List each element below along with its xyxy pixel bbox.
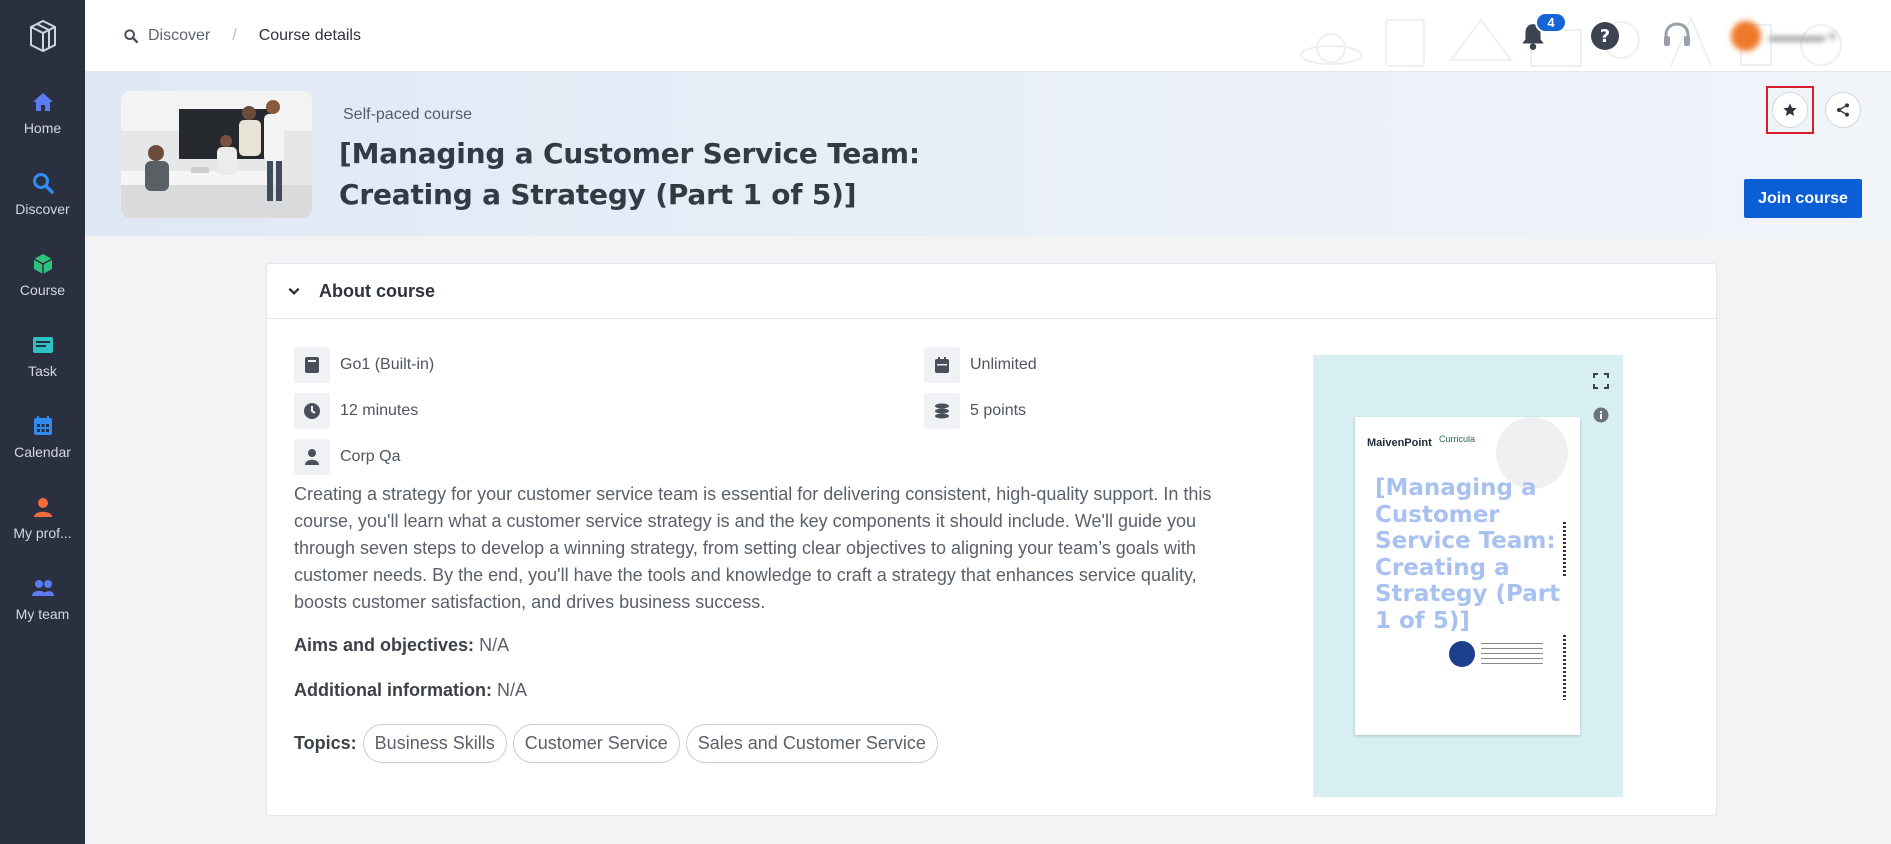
sidebar-item-discover[interactable]: Discover bbox=[0, 153, 85, 234]
about-course-card: About course Go1 (Built-in) 12 minutes C… bbox=[266, 263, 1717, 816]
coins-icon bbox=[924, 393, 960, 429]
aims-value: N/A bbox=[479, 635, 510, 655]
sidebar-item-home[interactable]: Home bbox=[0, 72, 85, 153]
sidebar: Home Discover Course Task Calendar My pr… bbox=[0, 0, 85, 844]
additional-label: Additional information: bbox=[294, 680, 492, 700]
about-course-toggle[interactable]: About course bbox=[267, 264, 1716, 319]
topic-chip[interactable]: Sales and Customer Service bbox=[685, 724, 938, 763]
calendar-icon bbox=[924, 347, 960, 383]
meta-availability: Unlimited bbox=[924, 347, 1037, 383]
expand-icon bbox=[1593, 373, 1609, 389]
task-icon bbox=[32, 336, 53, 353]
share-button[interactable] bbox=[1825, 92, 1861, 128]
sidebar-item-label: My team bbox=[15, 605, 70, 622]
preview-brand-secondary: Curricula bbox=[1439, 434, 1476, 444]
additional-information: Additional information: N/A bbox=[294, 680, 527, 701]
course-thumbnail bbox=[121, 91, 312, 218]
sidebar-item-label: Home bbox=[23, 119, 62, 136]
course-description: Creating a strategy for your customer se… bbox=[294, 484, 1212, 612]
meta-points-value: 5 points bbox=[970, 402, 1027, 419]
meta-duration-value: 12 minutes bbox=[340, 402, 419, 419]
team-icon bbox=[31, 579, 54, 596]
breadcrumb-separator: / bbox=[232, 26, 237, 44]
clock-icon bbox=[294, 393, 330, 429]
user-name-blurred: ▬▬▬▬ ▾ bbox=[1769, 27, 1836, 44]
seal-icon bbox=[1449, 641, 1475, 667]
breadcrumb-discover-label: Discover bbox=[148, 26, 211, 44]
about-course-heading: About course bbox=[319, 280, 436, 301]
preview-brand: MaivenPoint bbox=[1367, 437, 1432, 449]
sidebar-item-task[interactable]: Task bbox=[0, 315, 85, 396]
meta-availability-value: Unlimited bbox=[970, 356, 1037, 373]
breadcrumb-discover[interactable]: Discover bbox=[123, 27, 210, 45]
author-icon bbox=[294, 439, 330, 475]
notifications-button[interactable]: 4 bbox=[1513, 12, 1567, 56]
breadcrumb-current: Course details bbox=[258, 26, 361, 44]
user-icon bbox=[33, 497, 52, 517]
meta-points: 5 points bbox=[924, 393, 1026, 429]
favorite-button[interactable] bbox=[1772, 92, 1808, 128]
preview-vertical-text bbox=[1563, 635, 1566, 700]
svg-text:?: ? bbox=[1600, 26, 1610, 47]
aims-objectives: Aims and objectives: N/A bbox=[294, 635, 509, 656]
cube-icon bbox=[33, 253, 52, 274]
topics: Topics: Business Skills Customer Service… bbox=[294, 724, 938, 763]
star-icon bbox=[1783, 103, 1797, 116]
course-hero: Self-paced course [Managing a Customer S… bbox=[85, 72, 1891, 236]
chevron-down-icon bbox=[288, 287, 300, 295]
sidebar-item-label: My prof... bbox=[13, 524, 72, 541]
topics-label: Topics: bbox=[294, 733, 357, 753]
sidebar-item-label: Discover bbox=[15, 200, 70, 217]
document-preview: MaivenPoint Curricula [Managing a Custom… bbox=[1313, 355, 1623, 797]
user-menu[interactable]: ▬▬▬▬ ▾ bbox=[1731, 14, 1861, 58]
headset-icon bbox=[1664, 22, 1690, 46]
join-course-button[interactable]: Join course bbox=[1744, 179, 1862, 218]
top-bar: Discover / Course details 4 ? ▬▬▬▬ ▾ bbox=[85, 0, 1891, 72]
preview-fine-print bbox=[1481, 643, 1543, 665]
breadcrumb: Discover / Course details bbox=[123, 27, 361, 45]
notification-count-badge: 4 bbox=[1535, 12, 1567, 33]
info-icon bbox=[1593, 407, 1609, 423]
sidebar-item-calendar[interactable]: Calendar bbox=[0, 396, 85, 477]
additional-value: N/A bbox=[497, 680, 528, 700]
favorite-button-highlight bbox=[1766, 86, 1814, 134]
meta-author-value: Corp Qa bbox=[340, 448, 401, 465]
preview-info-button[interactable] bbox=[1593, 407, 1609, 428]
avatar bbox=[1731, 21, 1761, 51]
sidebar-item-my-profile[interactable]: My prof... bbox=[0, 477, 85, 558]
topic-chip[interactable]: Business Skills bbox=[362, 724, 507, 763]
page-title: [Managing a Customer Service Team: Creat… bbox=[339, 137, 920, 211]
course-type: Self-paced course bbox=[343, 106, 472, 123]
book-icon bbox=[294, 347, 330, 383]
help-button[interactable]: ? bbox=[1585, 16, 1625, 56]
meta-duration: 12 minutes bbox=[294, 393, 418, 429]
help-icon: ? bbox=[1591, 22, 1619, 50]
sidebar-item-label: Calendar bbox=[14, 443, 71, 460]
sidebar-item-label: Task bbox=[28, 362, 57, 379]
topic-chip[interactable]: Customer Service bbox=[512, 724, 680, 763]
meta-provider: Go1 (Built-in) bbox=[294, 347, 434, 383]
share-icon bbox=[1837, 103, 1849, 117]
meta-author: Corp Qa bbox=[294, 439, 400, 475]
fullscreen-button[interactable] bbox=[1593, 373, 1609, 394]
meta-provider-value: Go1 (Built-in) bbox=[340, 356, 435, 373]
preview-page: MaivenPoint Curricula [Managing a Custom… bbox=[1355, 417, 1580, 735]
aims-label: Aims and objectives: bbox=[294, 635, 475, 655]
sidebar-item-label: Course bbox=[19, 281, 66, 298]
sidebar-item-course[interactable]: Course bbox=[0, 234, 85, 315]
app-logo[interactable] bbox=[0, 0, 85, 72]
meeting-photo bbox=[121, 91, 312, 218]
support-button[interactable] bbox=[1657, 16, 1697, 56]
search-icon bbox=[32, 172, 54, 194]
calendar-icon bbox=[33, 415, 52, 435]
search-icon bbox=[124, 28, 139, 43]
preview-title: [Managing a Customer Service Team: Creat… bbox=[1375, 475, 1561, 634]
top-actions: 4 ? ▬▬▬▬ ▾ bbox=[1513, 0, 1891, 72]
home-icon bbox=[32, 92, 53, 111]
sidebar-item-my-team[interactable]: My team bbox=[0, 558, 85, 639]
share-wrap bbox=[1825, 92, 1861, 128]
logo-icon bbox=[29, 19, 56, 53]
preview-vertical-text bbox=[1563, 522, 1566, 577]
